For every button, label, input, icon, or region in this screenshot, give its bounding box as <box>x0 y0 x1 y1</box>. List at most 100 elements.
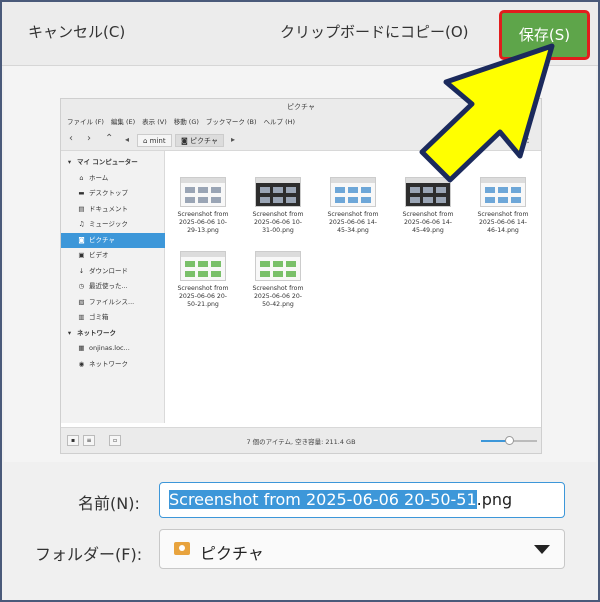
file-name-line: 2025-06-06 14- <box>478 219 528 226</box>
file-name-line: 2025-06-06 10- <box>178 219 228 226</box>
preview-menu-item: 編集 (E) <box>110 118 136 126</box>
network-icon: ◉ <box>78 359 85 368</box>
preview-sidebar-label: ビデオ <box>89 251 109 259</box>
file-name-line: Screenshot from <box>252 211 304 218</box>
path-crumb-label: ピクチャ <box>190 137 218 145</box>
preview-file-item: Screenshot from 2025-06-06 20- 50-21.png <box>167 251 239 309</box>
file-name-line: Screenshot from <box>177 211 229 218</box>
preview-sidebar-label: ネットワーク <box>89 359 128 368</box>
preview-sidebar-item: ♫ ミュージック <box>61 217 165 232</box>
file-name-line: 2025-06-06 10- <box>253 219 303 226</box>
desktop-icon: ▬ <box>78 189 85 197</box>
file-name-line: 45-49.png <box>412 227 444 234</box>
file-name-line: 50-42.png <box>262 301 294 308</box>
preview-sidebar-item: ▦ onjinas.loc... <box>61 341 165 356</box>
server-icon: ▦ <box>78 344 85 352</box>
download-icon: ↓ <box>78 266 85 275</box>
preview-file-item: Screenshot from 2025-06-06 10- 31-00.png <box>242 177 314 235</box>
preview-sidebar-label: ゴミ箱 <box>89 313 109 321</box>
preview-sidebar-label: ドキュメント <box>89 204 128 213</box>
camera-icon: ◙ <box>78 235 85 244</box>
home-icon: ⌂ <box>79 173 84 182</box>
path-right-icon: ▸ <box>231 135 236 144</box>
save-screenshot-dialog: キャンセル(C) クリップボードにコピー(O) 保存(S) ピクチャ ファイル … <box>0 0 600 602</box>
preview-sidebar-item: ▧ ファイルシス... <box>61 295 165 310</box>
file-name-line: Screenshot from <box>477 211 529 218</box>
filename-extension: .png <box>476 490 513 509</box>
chevron-down-icon: ▾ <box>67 158 72 166</box>
file-name-line: 45-34.png <box>337 227 369 234</box>
preview-sidebar-item: ▣ ビデオ <box>61 248 165 263</box>
preview-menu-item: ブックマーク (B) <box>205 118 257 126</box>
filename-input[interactable]: Screenshot from 2025-06-06 20-50-51.png <box>159 482 565 518</box>
file-thumbnail <box>255 177 301 207</box>
dropdown-caret-icon <box>534 545 550 554</box>
preview-sidebar-label: デスクトップ <box>89 189 128 197</box>
preview-sidebar-label: ネットワーク <box>77 328 116 337</box>
preview-sidebar-item: ◷ 最近使った... <box>61 279 165 294</box>
preview-sidebar-label: onjinas.loc... <box>89 344 130 352</box>
file-thumbnail <box>180 251 226 281</box>
file-name-line: 2025-06-06 20- <box>253 293 303 300</box>
preview-file-item: Screenshot from 2025-06-06 20- 50-42.png <box>242 251 314 309</box>
preview-sidebar-label: ピクチャ <box>89 235 115 244</box>
back-icon: ‹ <box>69 133 73 144</box>
music-icon: ♫ <box>78 220 85 228</box>
path-crumb-label: mint <box>149 137 166 145</box>
file-name-line: 46-14.png <box>487 227 519 234</box>
preview-sidebar-item: ▬ デスクトップ <box>61 186 165 201</box>
file-name-line: 2025-06-06 14- <box>403 219 453 226</box>
pictures-folder-icon <box>174 542 190 555</box>
preview-sidebar-item: ▾ マイ コンピューター <box>61 155 165 170</box>
forward-icon: › <box>87 133 91 144</box>
cancel-button[interactable]: キャンセル(C) <box>28 21 125 42</box>
preview-sidebar-item: ⌂ ホーム <box>61 171 165 186</box>
file-thumbnail <box>180 177 226 207</box>
preview-sidebar-item: ↓ ダウンロード <box>61 264 165 279</box>
preview-sidebar-item: ▾ ネットワーク <box>61 326 165 341</box>
clock-icon: ◷ <box>78 282 85 290</box>
preview-menu-item: ヘルプ (H) <box>263 118 296 126</box>
folder-value: ピクチャ <box>200 544 264 563</box>
document-icon: ▤ <box>78 204 85 213</box>
preview-menu-item: ファイル (F) <box>67 118 104 126</box>
yellow-pointer-arrow-icon <box>419 43 555 183</box>
file-name-line: Screenshot from <box>402 211 454 218</box>
preview-sidebar-label: マイ コンピューター <box>77 158 138 166</box>
chevron-down-icon: ▾ <box>67 328 72 337</box>
video-icon: ▣ <box>78 251 85 259</box>
file-name-line: 2025-06-06 20- <box>178 293 228 300</box>
path-crumb-home: ⌂ mint <box>137 134 172 147</box>
preview-sidebar-label: ホーム <box>89 173 109 182</box>
file-name-line: Screenshot from <box>252 285 304 292</box>
zoom-slider <box>481 436 537 445</box>
preview-sidebar-label: 最近使った... <box>89 282 128 290</box>
preview-statusbar: ▪ ≡ ▫ 7 個のアイテム, 空き容量: 211.4 GB <box>61 427 541 453</box>
preview-sidebar-item: ◙ ピクチャ <box>61 232 165 248</box>
file-name-line: 50-21.png <box>187 301 219 308</box>
path-left-icon: ◂ <box>125 135 130 144</box>
path-crumb-pictures: ◙ ピクチャ <box>175 134 224 147</box>
preview-sidebar-label: ファイルシス... <box>89 297 135 306</box>
filename-selected-text: Screenshot from 2025-06-06 20-50-51 <box>169 490 477 509</box>
file-thumbnail <box>255 251 301 281</box>
trash-icon: ▥ <box>78 313 85 321</box>
file-name-line: 2025-06-06 14- <box>328 219 378 226</box>
preview-sidebar-label: ミュージック <box>89 220 128 228</box>
folder-label: フォルダー(F): <box>35 545 143 564</box>
up-icon: ⌃ <box>105 133 114 144</box>
preview-sidebar-label: ダウンロード <box>89 266 128 275</box>
file-name-line: 29-13.png <box>187 227 219 234</box>
drive-icon: ▧ <box>78 297 85 306</box>
file-name-line: Screenshot from <box>327 211 379 218</box>
file-name-line: Screenshot from <box>177 285 229 292</box>
copy-to-clipboard-button[interactable]: クリップボードにコピー(O) <box>280 21 469 42</box>
preview-sidebar: ▾ マイ コンピューター ⌂ ホーム ▬ デスクトップ ▤ ドキュメント ♫ ミュージック ◙ ピクチ… <box>61 151 165 423</box>
preview-menu-item: 表示 (V) <box>142 118 167 126</box>
file-thumbnail <box>330 177 376 207</box>
preview-file-item: Screenshot from 2025-06-06 14- 45-34.png <box>317 177 389 235</box>
preview-menu-item: 移動 (G) <box>173 118 199 126</box>
preview-status-text: 7 個のアイテム, 空き容量: 211.4 GB <box>246 438 356 446</box>
folder-select[interactable]: ピクチャ <box>159 529 565 569</box>
zoom-knob <box>505 436 514 445</box>
